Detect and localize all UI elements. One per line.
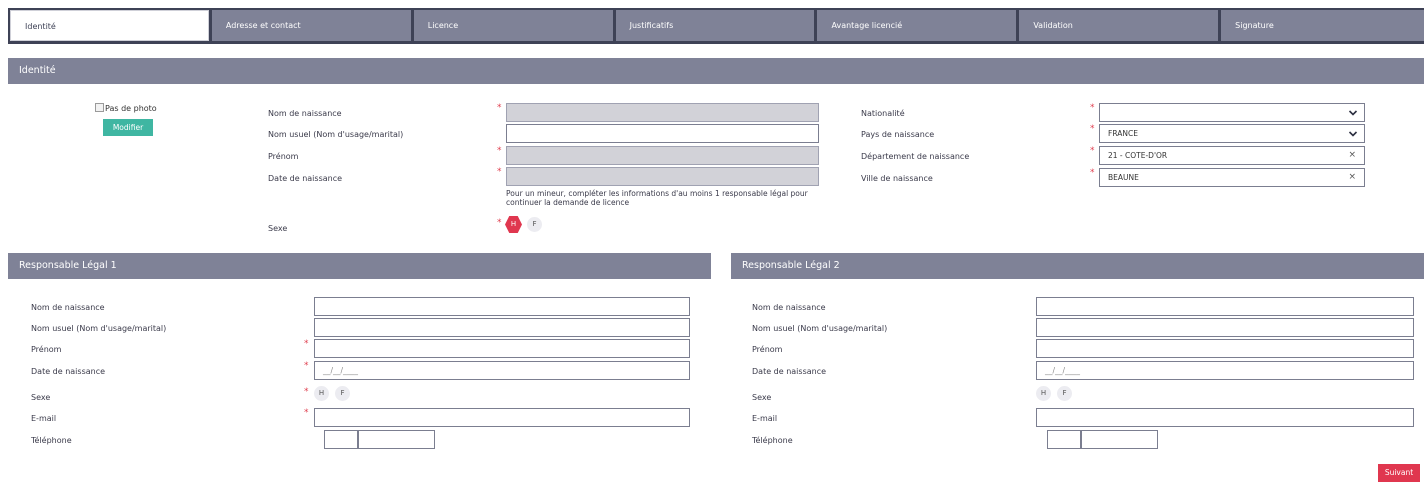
nom-usuel-label: Nom usuel (Nom d'usage/marital): [268, 130, 404, 139]
ville-naissance-select[interactable]: BEAUNE ×: [1099, 168, 1365, 187]
r1-nom-naissance-label: Nom de naissance: [31, 303, 105, 312]
r1-sexe-h-option[interactable]: H: [314, 386, 329, 401]
chevron-down-icon: [1348, 131, 1358, 137]
r1-email-label: E-mail: [31, 414, 57, 423]
r2-email-label: E-mail: [752, 414, 778, 423]
departement-naissance-value: 21 - COTE-D'OR: [1108, 151, 1168, 160]
nationalite-label: Nationalité: [861, 109, 905, 118]
r2-email-input[interactable]: [1036, 408, 1414, 427]
required-mark: *: [1090, 103, 1095, 113]
required-mark: *: [497, 103, 502, 113]
mineur-note: Pour un mineur, compléter les informatio…: [506, 189, 808, 207]
required-mark: *: [1090, 146, 1095, 156]
nom-usuel-input[interactable]: [506, 124, 819, 143]
r2-nom-naissance-input[interactable]: [1036, 297, 1414, 316]
r1-prenom-input[interactable]: [314, 339, 690, 358]
r1-sexe-label: Sexe: [31, 393, 51, 402]
tab-adresse-contact[interactable]: Adresse et contact: [211, 10, 411, 41]
r1-email-input[interactable]: [314, 408, 690, 427]
tab-signature[interactable]: Signature: [1221, 10, 1424, 41]
required-mark: *: [1090, 168, 1095, 178]
r2-date-naissance-label: Date de naissance: [752, 367, 827, 376]
nationalite-select[interactable]: [1099, 103, 1365, 122]
chevron-down-icon: [1348, 110, 1358, 116]
departement-naissance-select[interactable]: 21 - COTE-D'OR ×: [1099, 146, 1365, 165]
required-mark: *: [304, 408, 309, 418]
modifier-photo-button[interactable]: Modifier: [103, 119, 153, 136]
clear-icon[interactable]: ×: [1348, 169, 1356, 186]
required-mark: *: [497, 167, 502, 177]
r2-nom-usuel-label: Nom usuel (Nom d'usage/marital): [752, 324, 888, 333]
section-responsable2-header: Responsable Légal 2: [731, 253, 1424, 279]
prenom-label: Prénom: [268, 152, 299, 161]
r1-telephone-prefix-input[interactable]: [324, 430, 358, 449]
required-mark: *: [304, 339, 309, 349]
r1-date-naissance-input[interactable]: __/__/____: [314, 361, 690, 380]
r2-nom-usuel-input[interactable]: [1036, 318, 1414, 337]
r1-nom-usuel-label: Nom usuel (Nom d'usage/marital): [31, 324, 167, 333]
r2-prenom-input[interactable]: [1036, 339, 1414, 358]
tab-identite[interactable]: Identité: [10, 10, 209, 41]
required-mark: *: [1090, 124, 1095, 134]
ville-naissance-value: BEAUNE: [1108, 173, 1139, 182]
r1-telephone-number-input[interactable]: [358, 430, 435, 449]
suivant-button[interactable]: Suivant: [1378, 464, 1420, 482]
tab-licence[interactable]: Licence: [413, 10, 613, 41]
tab-bar: Identité Adresse et contact Licence Just…: [8, 8, 1424, 44]
date-naissance-label: Date de naissance: [268, 174, 343, 183]
section-responsable1-header: Responsable Légal 1: [8, 253, 711, 279]
pays-naissance-select[interactable]: FRANCE: [1099, 124, 1365, 143]
r1-date-naissance-label: Date de naissance: [31, 367, 106, 376]
r2-telephone-label: Téléphone: [752, 436, 793, 445]
r2-sexe-f-option[interactable]: F: [1057, 386, 1072, 401]
required-mark: *: [304, 361, 309, 371]
r1-prenom-label: Prénom: [31, 345, 62, 354]
tab-avantage-licencie[interactable]: Avantage licencié: [817, 10, 1017, 41]
required-mark: *: [497, 218, 502, 228]
r2-date-naissance-input[interactable]: __/__/____: [1036, 361, 1414, 380]
tab-justificatifs[interactable]: Justificatifs: [615, 10, 815, 41]
r2-sexe-label: Sexe: [752, 393, 772, 402]
r2-telephone-prefix-input[interactable]: [1047, 430, 1081, 449]
departement-naissance-label: Département de naissance: [861, 152, 970, 161]
r2-nom-naissance-label: Nom de naissance: [752, 303, 826, 312]
r1-telephone-label: Téléphone: [31, 436, 72, 445]
r1-nom-usuel-input[interactable]: [314, 318, 690, 337]
photo-placeholder: Pas de photo: [95, 103, 157, 113]
section-identite-header: Identité: [8, 58, 1424, 84]
sexe-h-option[interactable]: H: [505, 216, 522, 233]
ville-naissance-label: Ville de naissance: [861, 174, 933, 183]
nom-naissance-label: Nom de naissance: [268, 109, 342, 118]
date-naissance-input[interactable]: [506, 167, 819, 186]
r1-sexe-f-option[interactable]: F: [335, 386, 350, 401]
r2-prenom-label: Prénom: [752, 345, 783, 354]
required-mark: *: [304, 387, 309, 397]
pays-naissance-value: FRANCE: [1108, 129, 1138, 138]
tab-validation[interactable]: Validation: [1019, 10, 1219, 41]
prenom-input[interactable]: [506, 146, 819, 165]
sexe-f-option[interactable]: F: [527, 217, 542, 232]
broken-image-icon: [95, 103, 104, 112]
photo-alt-text: Pas de photo: [105, 104, 157, 113]
pays-naissance-label: Pays de naissance: [861, 130, 935, 139]
r2-sexe-h-option[interactable]: H: [1036, 386, 1051, 401]
r2-telephone-number-input[interactable]: [1081, 430, 1158, 449]
r1-nom-naissance-input[interactable]: [314, 297, 690, 316]
sexe-label: Sexe: [268, 224, 288, 233]
required-mark: *: [497, 146, 502, 156]
clear-icon[interactable]: ×: [1348, 147, 1356, 164]
nom-naissance-input[interactable]: [506, 103, 819, 122]
